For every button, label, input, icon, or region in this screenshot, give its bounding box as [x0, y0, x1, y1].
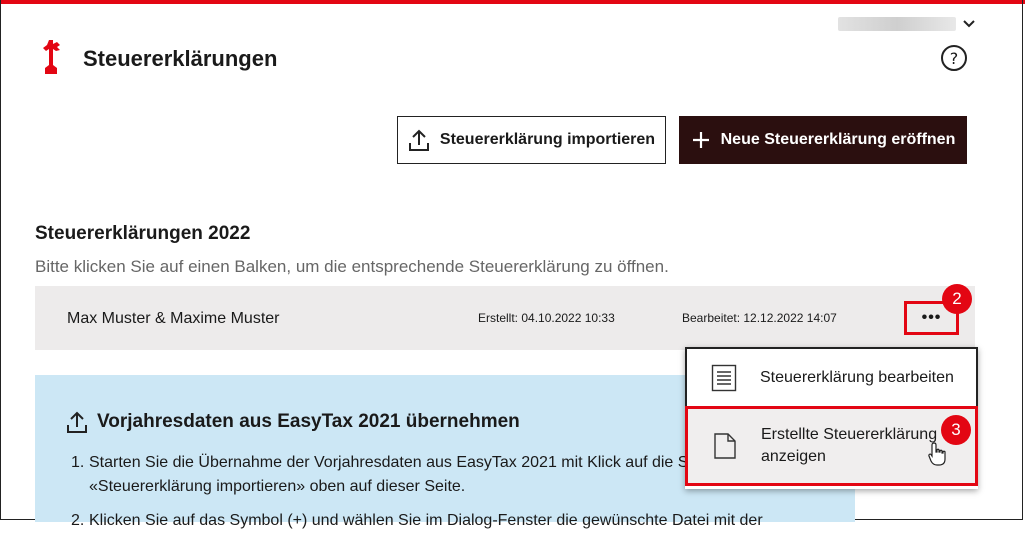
list-document-icon — [711, 364, 737, 391]
import-button-label: Steuererklärung importieren — [439, 131, 656, 148]
menu-view-label: Erstellte Steuererklärung anzeigen — [761, 426, 938, 465]
menu-edit-label: Steuererklärung bearbeiten — [760, 368, 954, 386]
page-title: Steuererklärungen — [83, 46, 278, 71]
chevron-down-icon[interactable] — [962, 17, 976, 31]
new-button-label: Neue Steuererklärung eröffnen — [720, 131, 956, 148]
tax-return-row[interactable]: Max Muster & Maxime Muster Erstellt: 04.… — [35, 286, 975, 350]
info-title: Vorjahresdaten aus EasyTax 2021 übernehm… — [65, 410, 520, 434]
menu-item-edit[interactable]: Steuererklärung bearbeiten — [685, 347, 978, 408]
section-title: Steuererklärungen 2022 — [35, 223, 251, 244]
document-icon — [714, 433, 736, 459]
list-item: 2. Klicken Sie auf das Symbol (+) und wä… — [71, 512, 763, 529]
upload-icon — [408, 129, 429, 151]
upload-icon — [67, 411, 87, 433]
row-options-menu: Steuererklärung bearbeiten Erstellte Ste… — [685, 347, 978, 489]
step-badge-2: 2 — [942, 284, 972, 314]
section-hint: Bitte klicken Sie auf einen Balken, um d… — [35, 257, 669, 276]
row-created-date: Erstellt: 04.10.2022 10:33 — [478, 311, 615, 325]
new-tax-return-button[interactable]: Neue Steuererklärung eröffnen — [679, 116, 967, 164]
canton-logo-icon — [43, 40, 60, 74]
plus-icon — [692, 132, 709, 148]
user-menu[interactable] — [838, 15, 976, 33]
user-name-redacted[interactable] — [838, 17, 956, 31]
help-icon[interactable]: ? — [941, 45, 967, 71]
import-tax-return-button[interactable]: Steuererklärung importieren — [397, 116, 666, 164]
row-edited-date: Bearbeitet: 12.12.2022 14:07 — [682, 311, 837, 325]
info-title-text: Vorjahresdaten aus EasyTax 2021 übernehm… — [97, 411, 520, 432]
row-name: Max Muster & Maxime Muster — [67, 310, 280, 327]
hand-cursor-icon — [928, 442, 946, 466]
